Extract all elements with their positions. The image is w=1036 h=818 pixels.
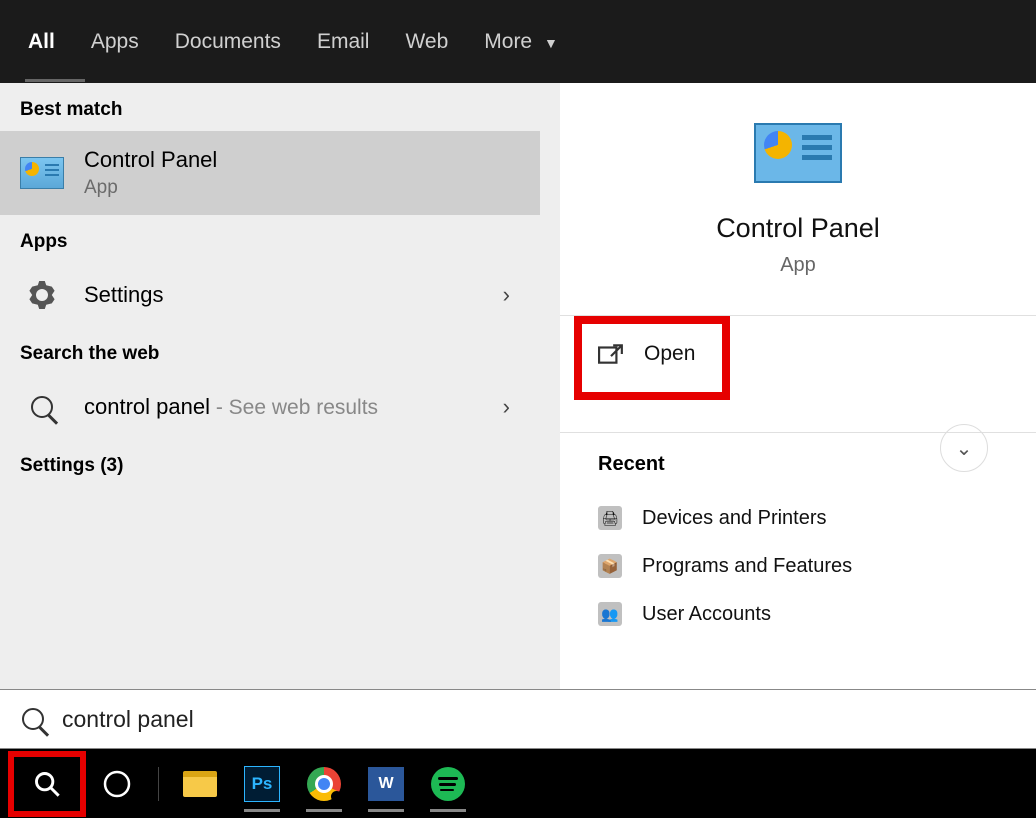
results-pane: Best match Control Panel App Apps Settin… [0, 83, 540, 689]
word-button[interactable]: W [355, 754, 417, 814]
tab-more[interactable]: More ▼ [484, 2, 558, 82]
chevron-down-icon: ▼ [544, 35, 558, 51]
cortana-button[interactable] [86, 754, 148, 814]
recent-item-user-accounts[interactable]: 👥 User Accounts [598, 590, 998, 638]
open-external-icon [598, 343, 624, 365]
photoshop-button[interactable]: Ps [231, 754, 293, 814]
web-tail: - See web results [210, 396, 378, 419]
tab-web[interactable]: Web [405, 2, 448, 82]
search-bar [0, 689, 1036, 749]
control-panel-icon [20, 157, 64, 189]
photoshop-icon: Ps [244, 766, 280, 802]
recent-header: Recent [598, 453, 998, 476]
best-match-header: Best match [0, 83, 540, 131]
result-settings[interactable]: Settings › [0, 263, 540, 327]
users-icon: 👥 [598, 602, 622, 626]
search-filter-tabs: All Apps Documents Email Web More ▼ [0, 0, 1036, 83]
tab-documents[interactable]: Documents [175, 2, 281, 82]
apps-header: Apps [0, 215, 540, 263]
result-title: Control Panel [84, 147, 520, 173]
tab-all[interactable]: All [28, 2, 55, 82]
spotify-icon [431, 767, 465, 801]
recent-item-label: Programs and Features [642, 555, 852, 578]
recent-item-label: Devices and Printers [642, 507, 827, 530]
cortana-icon [102, 769, 132, 799]
recent-item-programs-features[interactable]: 📦 Programs and Features [598, 542, 998, 590]
taskbar-separator [158, 767, 159, 801]
preview-pane: Control Panel App Open ⌄ Recent [560, 83, 1036, 689]
settings-count-header: Settings (3) [0, 439, 540, 487]
word-icon: W [368, 767, 404, 801]
taskbar-search-button[interactable] [8, 751, 86, 817]
chrome-button[interactable] [293, 754, 355, 814]
box-icon: 📦 [598, 554, 622, 578]
chevron-right-icon: › [503, 394, 510, 420]
chevron-right-icon: › [503, 282, 510, 308]
magnifier-icon [22, 708, 44, 730]
web-query: control panel [84, 394, 210, 419]
result-control-panel[interactable]: Control Panel App [0, 131, 540, 215]
printer-icon: 🖨 [598, 506, 622, 530]
tab-more-label: More [484, 30, 532, 53]
result-subtitle: App [84, 177, 520, 199]
preview-subtitle: App [560, 254, 1036, 277]
open-label: Open [644, 342, 695, 366]
tab-email[interactable]: Email [317, 2, 370, 82]
chevron-down-icon: ⌄ [956, 436, 973, 461]
file-explorer-button[interactable] [169, 754, 231, 814]
open-button[interactable]: Open [560, 316, 1036, 392]
expand-button[interactable]: ⌄ [940, 424, 988, 472]
recent-item-devices-printers[interactable]: 🖨 Devices and Printers [598, 494, 998, 542]
search-input[interactable] [62, 706, 1014, 733]
folder-icon [183, 771, 217, 797]
preview-title: Control Panel [560, 213, 1036, 244]
recent-item-label: User Accounts [642, 603, 771, 626]
search-icon [33, 770, 61, 798]
magnifier-icon [20, 391, 64, 423]
settings-label: Settings [84, 282, 164, 308]
result-web-search[interactable]: control panel - See web results › [0, 375, 540, 439]
gear-icon [20, 279, 64, 311]
taskbar: Ps W [0, 749, 1036, 818]
search-web-header: Search the web [0, 327, 540, 375]
control-panel-icon [754, 123, 842, 183]
tab-apps[interactable]: Apps [91, 2, 139, 82]
spotify-button[interactable] [417, 754, 479, 814]
chrome-icon [307, 767, 341, 801]
